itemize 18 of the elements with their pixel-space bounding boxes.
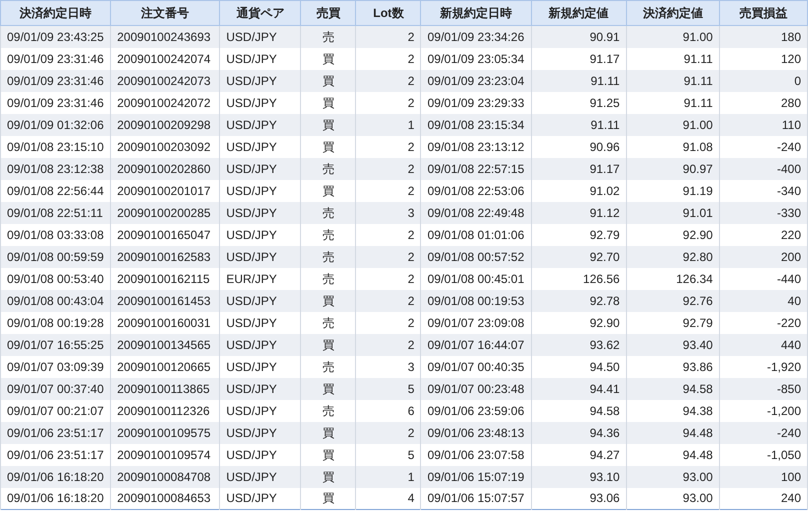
table-cell: 93.06 (531, 488, 626, 510)
column-header: 新規約定日時 (420, 0, 532, 26)
table-cell: 09/01/06 15:07:57 (420, 488, 532, 510)
column-header: 決済約定値 (626, 0, 720, 26)
column-header: 通貨ペア (220, 0, 301, 26)
table-cell: 買 (300, 488, 356, 510)
table-cell: 93.00 (626, 488, 720, 510)
column-header: 新規約定値 (531, 0, 626, 26)
table-cell: 20090100084653 (110, 488, 220, 510)
table-cell: 4 (356, 488, 421, 510)
column-header: 売買損益 (719, 0, 808, 26)
column-header: 注文番号 (110, 0, 220, 26)
column-header: 売買 (300, 0, 356, 26)
table-cell: 09/01/06 16:18:20 (0, 488, 111, 510)
column-header: 決済約定日時 (0, 0, 111, 26)
column-header: Lot数 (356, 0, 421, 26)
table-cell: 240 (719, 488, 808, 510)
table-cell: USD/JPY (220, 488, 301, 510)
